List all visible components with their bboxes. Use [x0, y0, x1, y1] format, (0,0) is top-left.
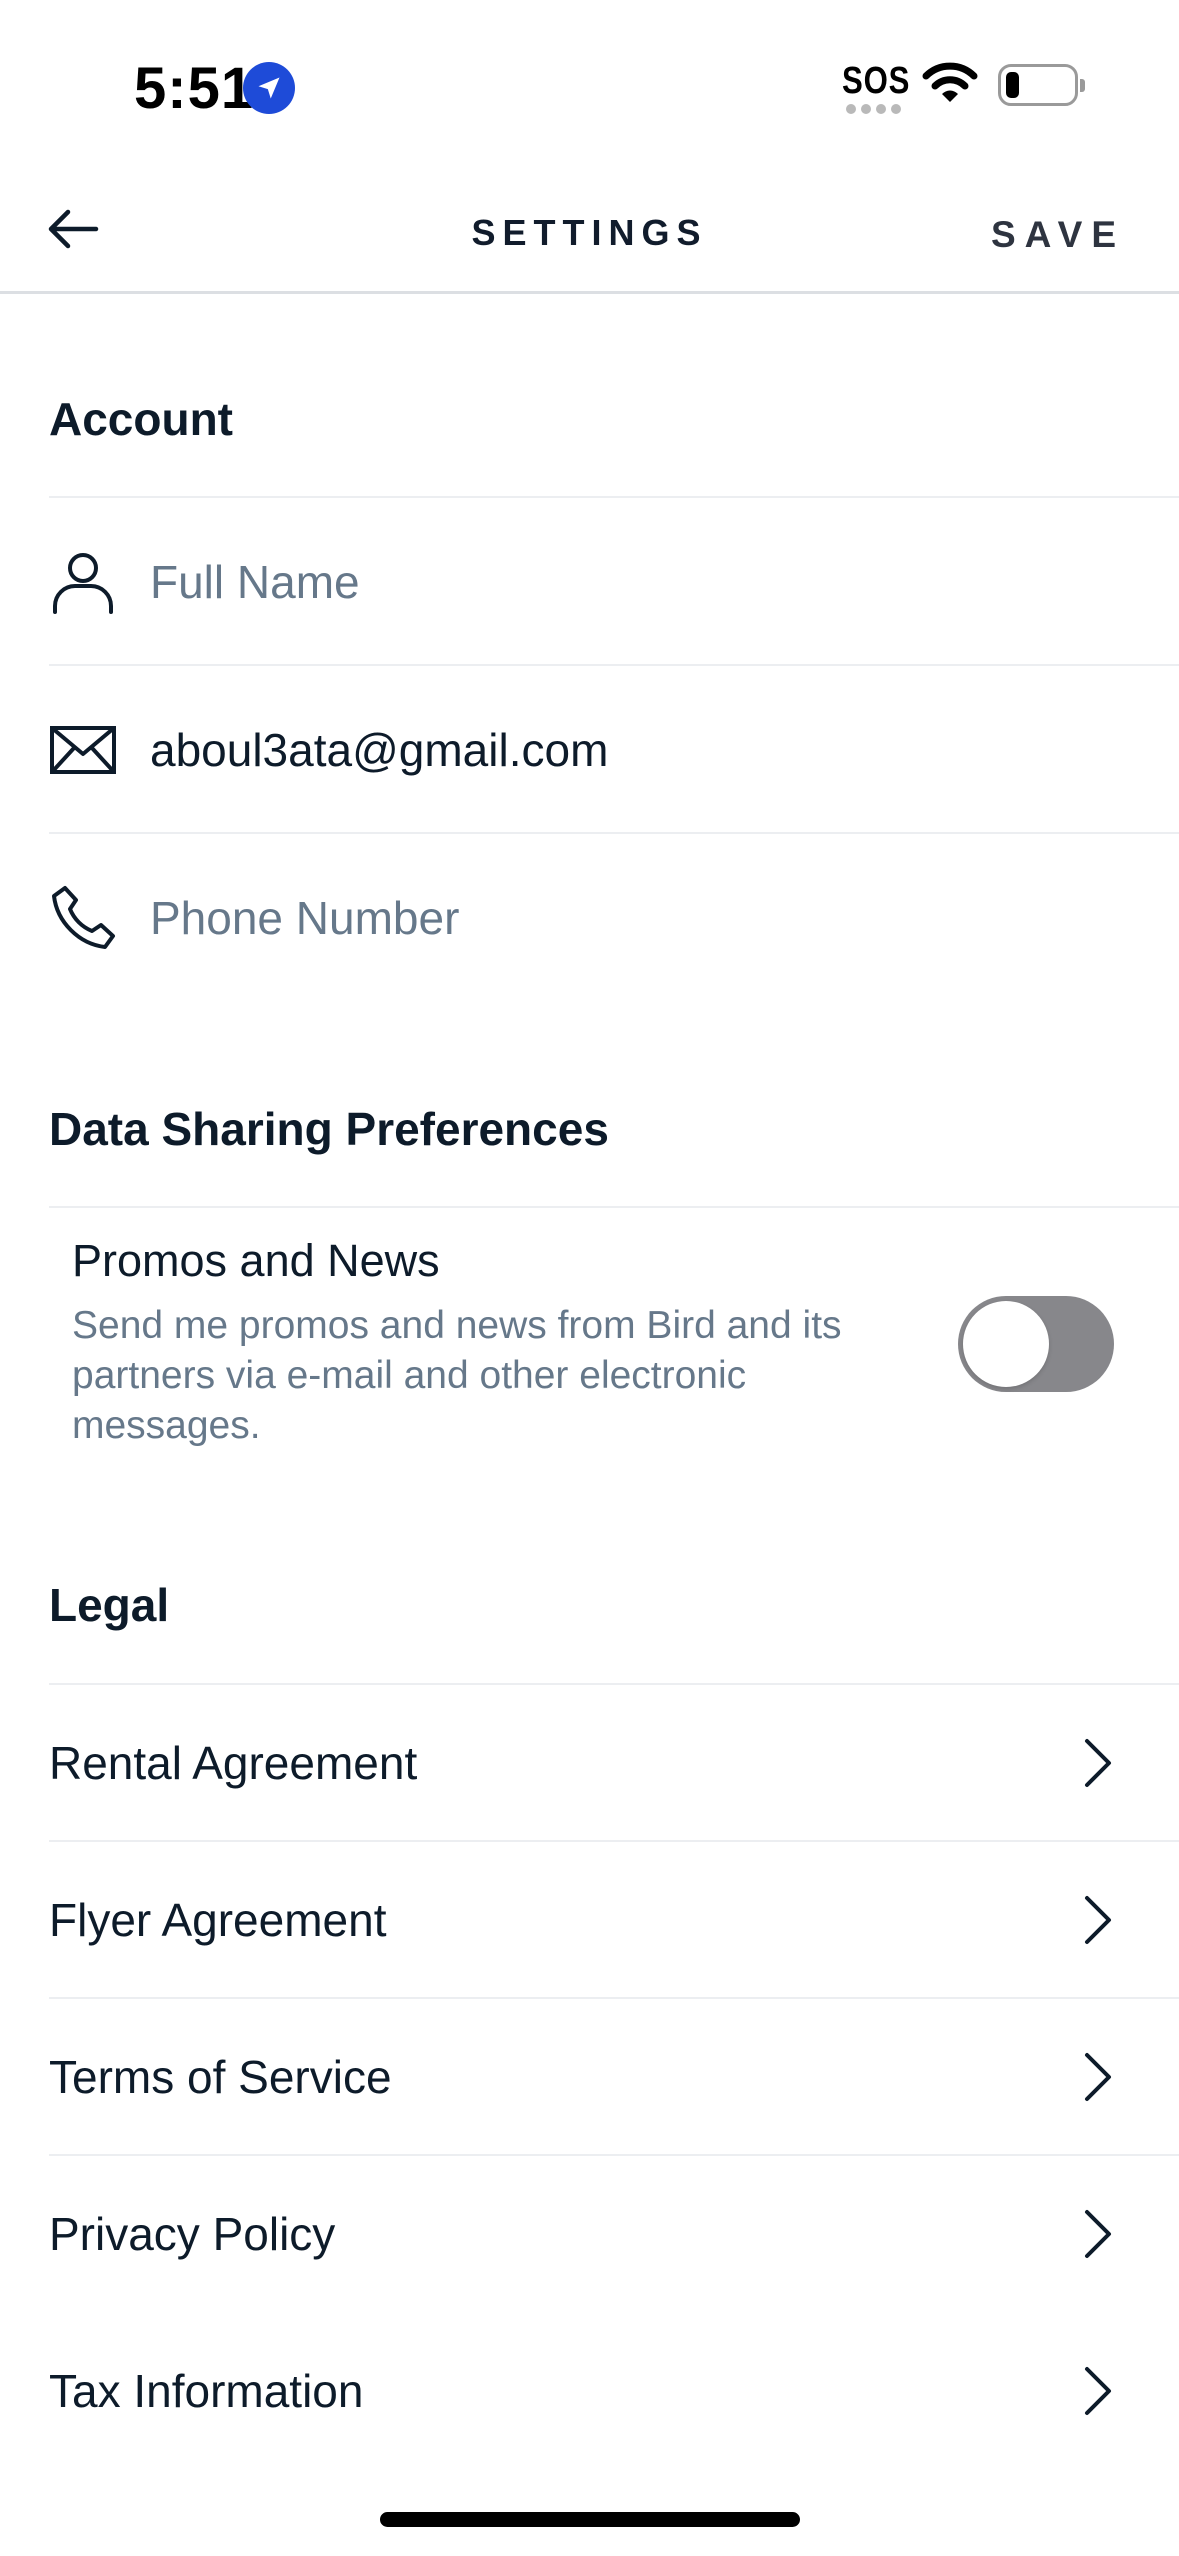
chevron-right-icon [1085, 2367, 1111, 2415]
divider [49, 664, 1179, 666]
promos-preference: Promos and News Send me promos and news … [72, 1235, 932, 1451]
divider [49, 1206, 1179, 1208]
account-section-title: Account [49, 393, 233, 445]
phone-row [49, 836, 1179, 1000]
status-bar: 5:51 SOS [0, 0, 1179, 170]
full-name-input[interactable] [150, 555, 1110, 609]
legal-item-label: Privacy Policy [49, 2208, 336, 2260]
legal-item-label: Tax Information [49, 2365, 364, 2417]
mail-icon [50, 726, 116, 774]
status-time: 5:51 [134, 56, 255, 121]
phone-icon [52, 886, 115, 949]
chevron-right-icon [1085, 2210, 1111, 2258]
user-icon [53, 553, 113, 614]
legal-item-label: Rental Agreement [49, 1737, 418, 1789]
save-button[interactable]: SAVE [991, 214, 1125, 256]
chevron-right-icon [1085, 1739, 1111, 1787]
home-indicator[interactable] [380, 2512, 800, 2527]
chevron-right-icon [1085, 1896, 1111, 1944]
promos-description: Send me promos and news from Bird and it… [72, 1304, 842, 1447]
divider [49, 496, 1179, 498]
legal-item-rental-agreement[interactable]: Rental Agreement [49, 1685, 1179, 1841]
legal-item-label: Terms of Service [49, 2051, 392, 2103]
battery-icon [998, 64, 1085, 106]
legal-item-tax-information[interactable]: Tax Information [49, 2313, 1179, 2469]
legal-item-label: Flyer Agreement [49, 1894, 387, 1946]
legal-item-terms-of-service[interactable]: Terms of Service [49, 1999, 1179, 2155]
phone-input[interactable] [150, 891, 1110, 945]
legal-section-title: Legal [49, 1579, 170, 1631]
email-row [49, 668, 1179, 832]
sos-indicator: SOS [842, 60, 911, 102]
divider [49, 832, 1179, 834]
signal-dots-icon [846, 104, 906, 114]
toggle-knob [963, 1301, 1049, 1387]
full-name-row [49, 500, 1179, 664]
wifi-icon [922, 62, 978, 102]
data-sharing-section-title: Data Sharing Preferences [49, 1103, 609, 1155]
promos-toggle[interactable] [958, 1296, 1114, 1392]
location-arrow-icon [243, 62, 295, 114]
promos-title: Promos and News [72, 1235, 440, 1286]
legal-item-privacy-policy[interactable]: Privacy Policy [49, 2156, 1179, 2312]
legal-item-flyer-agreement[interactable]: Flyer Agreement [49, 1842, 1179, 1998]
top-nav-bar: SETTINGS SAVE [0, 170, 1179, 294]
chevron-right-icon [1085, 2053, 1111, 2101]
email-input[interactable] [150, 723, 1110, 777]
